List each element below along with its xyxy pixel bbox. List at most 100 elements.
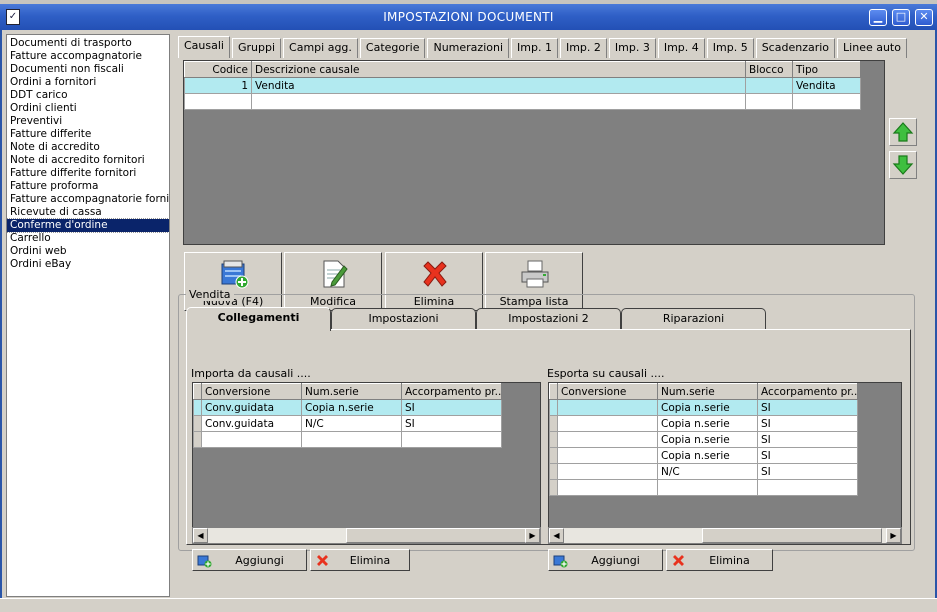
- table-row[interactable]: 1 Vendita Vendita: [184, 77, 861, 94]
- column-header[interactable]: Codice: [184, 61, 252, 78]
- cell-accorpamento[interactable]: SI: [757, 431, 858, 448]
- export-horizontal-scrollbar[interactable]: ◀ ▶: [548, 527, 902, 544]
- table-row[interactable]: Conv.guidata Copia n.serie SI: [193, 399, 502, 416]
- import-add-button[interactable]: Aggiungi: [192, 549, 307, 571]
- column-header[interactable]: Descrizione causale: [251, 61, 746, 78]
- cell-conversione[interactable]: [557, 447, 658, 464]
- document-type-item[interactable]: Ordini eBay: [7, 258, 169, 271]
- document-type-item[interactable]: Ordini web: [7, 245, 169, 258]
- document-type-item[interactable]: Ordini clienti: [7, 102, 169, 115]
- column-header[interactable]: Conversione: [201, 383, 302, 400]
- cell-num-serie[interactable]: Copia n.serie: [657, 415, 758, 432]
- table-row[interactable]: Copia n.serie SI: [549, 399, 858, 416]
- document-type-item[interactable]: Ricevute di cassa: [7, 206, 169, 219]
- close-button[interactable]: ✕: [915, 9, 933, 26]
- cell-num-serie[interactable]: Copia n.serie: [657, 431, 758, 448]
- cell-conversione[interactable]: Conv.guidata: [201, 399, 302, 416]
- document-type-item[interactable]: Fatture differite: [7, 128, 169, 141]
- export-delete-button[interactable]: Elimina: [666, 549, 773, 571]
- document-type-item[interactable]: DDT carico: [7, 89, 169, 102]
- tab-categorie[interactable]: Categorie: [359, 38, 426, 58]
- tab-gruppi[interactable]: Gruppi: [231, 38, 282, 58]
- document-type-item[interactable]: Fatture differite fornitori: [7, 167, 169, 180]
- import-table[interactable]: Conversione Num.serie Accorpamento pr...…: [193, 383, 502, 448]
- sub-tab-impostazioni-2[interactable]: Impostazioni 2: [476, 308, 621, 329]
- tab-causali[interactable]: Causali: [178, 36, 230, 58]
- move-down-button[interactable]: [889, 151, 917, 179]
- document-type-item[interactable]: Note di accredito fornitori: [7, 154, 169, 167]
- cell-codice[interactable]: 1: [184, 77, 252, 94]
- table-row[interactable]: Copia n.serie SI: [549, 431, 858, 448]
- scroll-left-icon[interactable]: ◀: [193, 528, 208, 543]
- cell-accorpamento[interactable]: SI: [401, 399, 502, 416]
- cell-num-serie[interactable]: N/C: [657, 463, 758, 480]
- sub-tab-riparazioni[interactable]: Riparazioni: [621, 308, 766, 329]
- cell-accorpamento[interactable]: SI: [757, 415, 858, 432]
- column-header[interactable]: Tipo: [792, 61, 861, 78]
- document-type-item[interactable]: Documenti di trasporto: [7, 37, 169, 50]
- export-table[interactable]: Conversione Num.serie Accorpamento pr...…: [549, 383, 858, 496]
- cell-num-serie[interactable]: Copia n.serie: [657, 447, 758, 464]
- import-delete-button[interactable]: Elimina: [310, 549, 410, 571]
- document-type-item[interactable]: Fatture accompagnatorie: [7, 50, 169, 63]
- document-type-item[interactable]: Fatture proforma: [7, 180, 169, 193]
- cell-num-serie[interactable]: Copia n.serie: [657, 399, 758, 416]
- document-type-item[interactable]: Ordini a fornitori: [7, 76, 169, 89]
- cell-accorpamento[interactable]: SI: [757, 399, 858, 416]
- document-type-item[interactable]: Fatture accompagnatorie fornitori: [7, 193, 169, 206]
- table-row-empty[interactable]: [184, 93, 861, 110]
- cell-tipo[interactable]: Vendita: [792, 77, 861, 94]
- cell-num-serie[interactable]: N/C: [301, 415, 402, 432]
- table-row[interactable]: Copia n.serie SI: [549, 447, 858, 464]
- document-type-item[interactable]: Conferme d'ordine: [7, 218, 169, 233]
- cell-conversione[interactable]: Conv.guidata: [201, 415, 302, 432]
- import-horizontal-scrollbar[interactable]: ◀ ▶: [192, 527, 541, 544]
- causali-table[interactable]: Codice Descrizione causale Blocco Tipo 1…: [184, 61, 861, 110]
- column-header[interactable]: Conversione: [557, 383, 658, 400]
- table-row[interactable]: Conv.guidata N/C SI: [193, 415, 502, 432]
- cell-num-serie[interactable]: Copia n.serie: [301, 399, 402, 416]
- tab-imp-5[interactable]: Imp. 5: [706, 38, 754, 58]
- table-row-empty[interactable]: [549, 479, 858, 496]
- scroll-right-icon[interactable]: ▶: [886, 528, 901, 543]
- tab-scadenzario[interactable]: Scadenzario: [755, 38, 836, 58]
- sub-tab-collegamenti[interactable]: Collegamenti: [186, 307, 331, 331]
- table-row[interactable]: N/C SI: [549, 463, 858, 480]
- move-up-button[interactable]: [889, 118, 917, 146]
- tab-linee-auto[interactable]: Linee auto: [837, 38, 907, 58]
- tab-imp-1[interactable]: Imp. 1: [511, 38, 558, 58]
- document-type-item[interactable]: Note di accredito: [7, 141, 169, 154]
- cell-conversione[interactable]: [557, 399, 658, 416]
- cell-accorpamento[interactable]: SI: [757, 463, 858, 480]
- scroll-right-icon[interactable]: ▶: [525, 528, 540, 543]
- tab-imp-3[interactable]: Imp. 3: [608, 38, 656, 58]
- column-header[interactable]: Num.serie: [301, 383, 402, 400]
- maximize-button[interactable]: □: [892, 9, 910, 26]
- cell-conversione[interactable]: [557, 463, 658, 480]
- scrollbar-thumb[interactable]: [702, 528, 882, 543]
- scroll-left-icon[interactable]: ◀: [549, 528, 564, 543]
- document-type-list[interactable]: Documenti di trasporto Fatture accompagna…: [6, 34, 170, 597]
- tab-imp-4[interactable]: Imp. 4: [657, 38, 705, 58]
- cell-accorpamento[interactable]: SI: [401, 415, 502, 432]
- column-header[interactable]: Blocco: [745, 61, 793, 78]
- scrollbar-thumb[interactable]: [346, 528, 526, 543]
- column-header[interactable]: Accorpamento pr...: [401, 383, 502, 400]
- document-type-item[interactable]: Carrello: [7, 232, 169, 245]
- tab-imp-2[interactable]: Imp. 2: [559, 38, 607, 58]
- column-header[interactable]: Accorpamento pr...: [757, 383, 858, 400]
- table-row-empty[interactable]: [193, 431, 502, 448]
- cell-conversione[interactable]: [557, 431, 658, 448]
- document-type-item[interactable]: Preventivi: [7, 115, 169, 128]
- cell-descrizione[interactable]: Vendita: [251, 77, 746, 94]
- sub-tab-impostazioni[interactable]: Impostazioni: [331, 308, 476, 329]
- cell-conversione[interactable]: [557, 415, 658, 432]
- minimize-button[interactable]: ▁: [869, 9, 887, 26]
- cell-accorpamento[interactable]: SI: [757, 447, 858, 464]
- tab-numerazioni[interactable]: Numerazioni: [427, 38, 510, 58]
- table-row[interactable]: Copia n.serie SI: [549, 415, 858, 432]
- tab-campi-agg[interactable]: Campi agg.: [283, 38, 358, 58]
- cell-blocco[interactable]: [745, 77, 793, 94]
- document-type-item[interactable]: Documenti non fiscali: [7, 63, 169, 76]
- column-header[interactable]: Num.serie: [657, 383, 758, 400]
